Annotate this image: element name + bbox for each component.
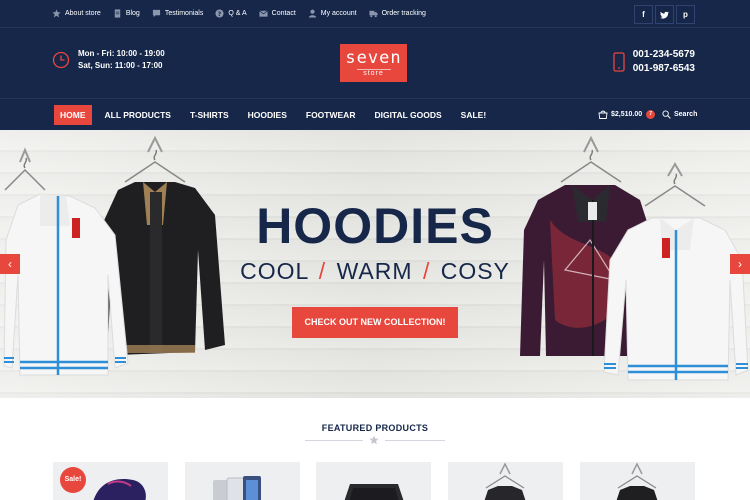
nav-item-all-products[interactable]: ALL PRODUCTS [99,105,177,125]
hours-weekend: Sat, Sun: 11:00 - 17:00 [78,61,163,70]
topbar-link-qa[interactable]: ? Q & A [215,9,247,18]
phone-image [213,476,261,500]
phone-numbers: 001-234-5679 001-987-6543 [613,48,695,76]
hero-slider: HOODIES COOL / WARM / COSY CHECK OUT NEW… [0,130,750,398]
product-card[interactable] [185,462,300,500]
divider [305,440,363,441]
opening-hours: Mon - Fri: 10:00 - 19:00 Sat, Sun: 11:00… [52,48,165,72]
product-card[interactable] [316,462,431,500]
slider-prev-arrow-icon[interactable]: ‹ [0,254,20,274]
slider-next-arrow-icon[interactable]: › [730,254,750,274]
social-links: f p [632,5,695,24]
featured-title: FEATURED PRODUCTS [321,423,429,433]
nav-item-t-shirts[interactable]: T-SHIRTS [184,105,235,125]
shopping-bag-icon [598,110,608,119]
star-icon [369,435,379,445]
facebook-icon[interactable]: f [634,5,653,24]
hero-sub-warm: WARM [336,258,413,284]
topbar-link-order-tracking[interactable]: Order tracking [369,9,426,18]
twitter-icon[interactable] [655,5,674,24]
topbar-link-contact[interactable]: Contact [258,9,296,18]
featured-products-section: FEATURED PRODUCTS [0,398,750,500]
hero-subtitle: COOL / WARM / COSY [0,258,750,285]
cart-total: $2,510.00 [611,111,643,118]
hoodie-image [616,462,658,500]
phone-number-1[interactable]: 001-234-5679 [633,48,695,62]
top-utility-bar: About store Blog Testimonials ? Q & A Co… [0,0,750,28]
cart-count-badge: 7 [646,110,656,119]
document-icon [113,9,122,18]
nav-item-hoodies[interactable]: HOODIES [242,105,293,125]
site-logo[interactable]: seven store [340,44,407,82]
topbar-link-label: Blog [125,10,140,17]
envelope-icon [258,9,268,18]
hero-sub-cosy: COSY [440,258,510,284]
laptop-image [344,484,404,500]
logo-subtitle: store [356,69,391,78]
main-navigation: HOME ALL PRODUCTS T-SHIRTS HOODIES FOOTW… [0,98,750,130]
star-icon [52,9,61,18]
question-icon: ? [215,9,224,18]
logo-wordmark: seven [345,48,402,68]
topbar-link-blog[interactable]: Blog [113,9,140,18]
truck-icon [369,9,378,18]
search-label: Search [674,111,698,118]
topbar-link-label: My account [320,10,357,17]
topbar-link-label: Order tracking [381,10,426,17]
chat-icon [152,9,161,18]
pinterest-icon[interactable]: p [676,5,695,24]
mobile-phone-icon [613,52,625,72]
topbar-link-label: Contact [271,10,296,17]
topbar-link-label: Testimonials [164,10,204,17]
hero-sub-separator: / [318,258,327,284]
site-header: Mon - Fri: 10:00 - 19:00 Sat, Sun: 11:00… [0,28,750,98]
nav-item-footwear[interactable]: FOOTWEAR [300,105,362,125]
clock-icon [52,51,70,69]
topbar-link-my-account[interactable]: My account [308,9,357,18]
nav-item-home[interactable]: HOME [54,105,92,125]
topbar-link-label: About store [65,10,101,17]
topbar-link-label: Q & A [228,10,247,17]
check-out-collection-button[interactable]: CHECK OUT NEW COLLECTION! [292,307,458,338]
hero-sub-separator: / [422,258,431,284]
nav-item-digital-goods[interactable]: DIGITAL GOODS [368,105,447,125]
search-icon [662,110,671,119]
hero-sub-cool: COOL [240,258,309,284]
hoodie-image [484,462,526,500]
search-button[interactable]: Search [662,110,697,119]
hero-title: HOODIES [256,198,494,254]
product-card[interactable] [580,462,695,500]
cart-button[interactable]: $2,510.00 7 [598,110,656,119]
svg-text:?: ? [218,11,222,18]
phone-number-2[interactable]: 001-987-6543 [633,62,695,76]
sale-badge: Sale! [60,467,86,493]
user-icon [308,9,317,18]
product-card[interactable] [448,462,563,500]
hours-weekdays: Mon - Fri: 10:00 - 19:00 [78,49,165,58]
divider [385,440,445,441]
hanger-icon [124,135,186,183]
nav-item-sale[interactable]: SALE! [455,105,493,125]
topbar-link-testimonials[interactable]: Testimonials [152,9,204,18]
hanger-icon [560,135,622,183]
hanger-icon [4,147,46,191]
topbar-link-about[interactable]: About store [52,9,101,18]
